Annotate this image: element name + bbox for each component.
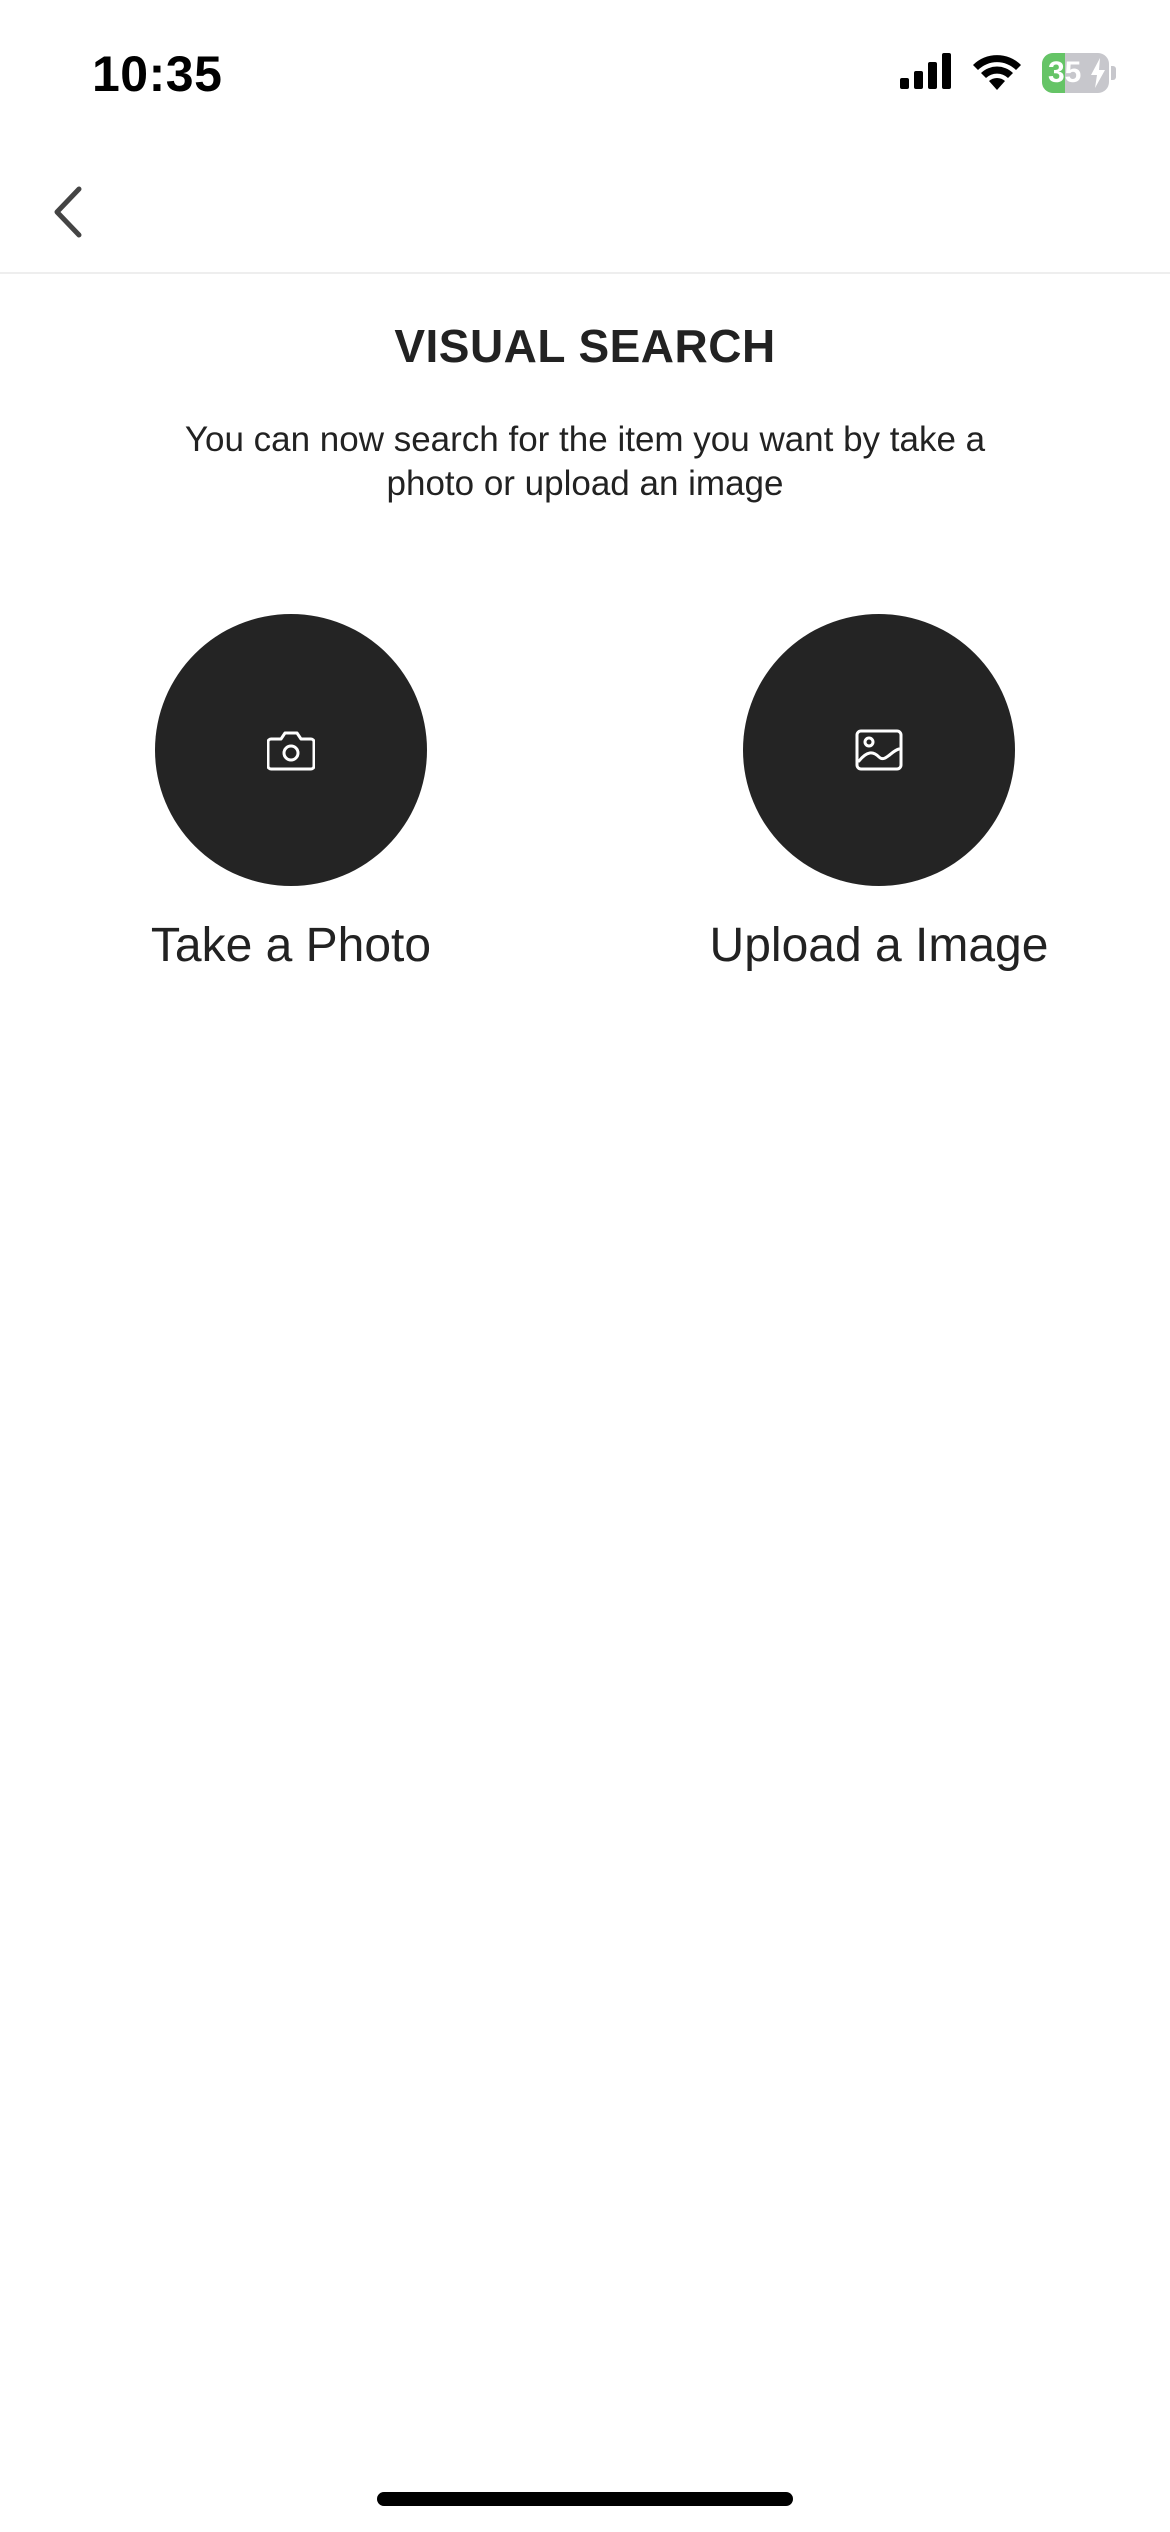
take-photo-option: Take a Photo	[81, 614, 501, 976]
page-title: VISUAL SEARCH	[394, 320, 776, 372]
camera-icon	[267, 731, 315, 771]
image-icon	[855, 729, 903, 771]
home-indicator	[377, 2492, 793, 2506]
wifi-icon	[972, 52, 1022, 95]
nav-bar	[0, 150, 1170, 274]
page-subtitle: You can now search for the item you want…	[184, 420, 986, 503]
status-icons: 35	[900, 50, 1116, 96]
take-photo-label[interactable]: Take a Photo	[151, 916, 431, 976]
take-photo-button[interactable]	[155, 614, 427, 886]
chevron-left-icon	[54, 186, 82, 238]
battery-cap	[1111, 66, 1116, 80]
back-button[interactable]	[28, 172, 108, 252]
upload-image-option: Upload a Image	[669, 614, 1089, 976]
battery-charging-icon: 35	[1042, 53, 1116, 93]
visual-search-screen: 10:35 35 VISUAL SEARCH You can now searc…	[0, 0, 1170, 2532]
cellular-signal-icon	[900, 52, 952, 94]
status-bar: 10:35 35	[0, 0, 1170, 150]
upload-image-label[interactable]: Upload a Image	[710, 916, 1049, 976]
bolt-icon	[1091, 58, 1106, 88]
battery-body: 35	[1042, 53, 1110, 93]
status-time: 10:35	[92, 46, 223, 102]
upload-image-button[interactable]	[743, 614, 1015, 886]
